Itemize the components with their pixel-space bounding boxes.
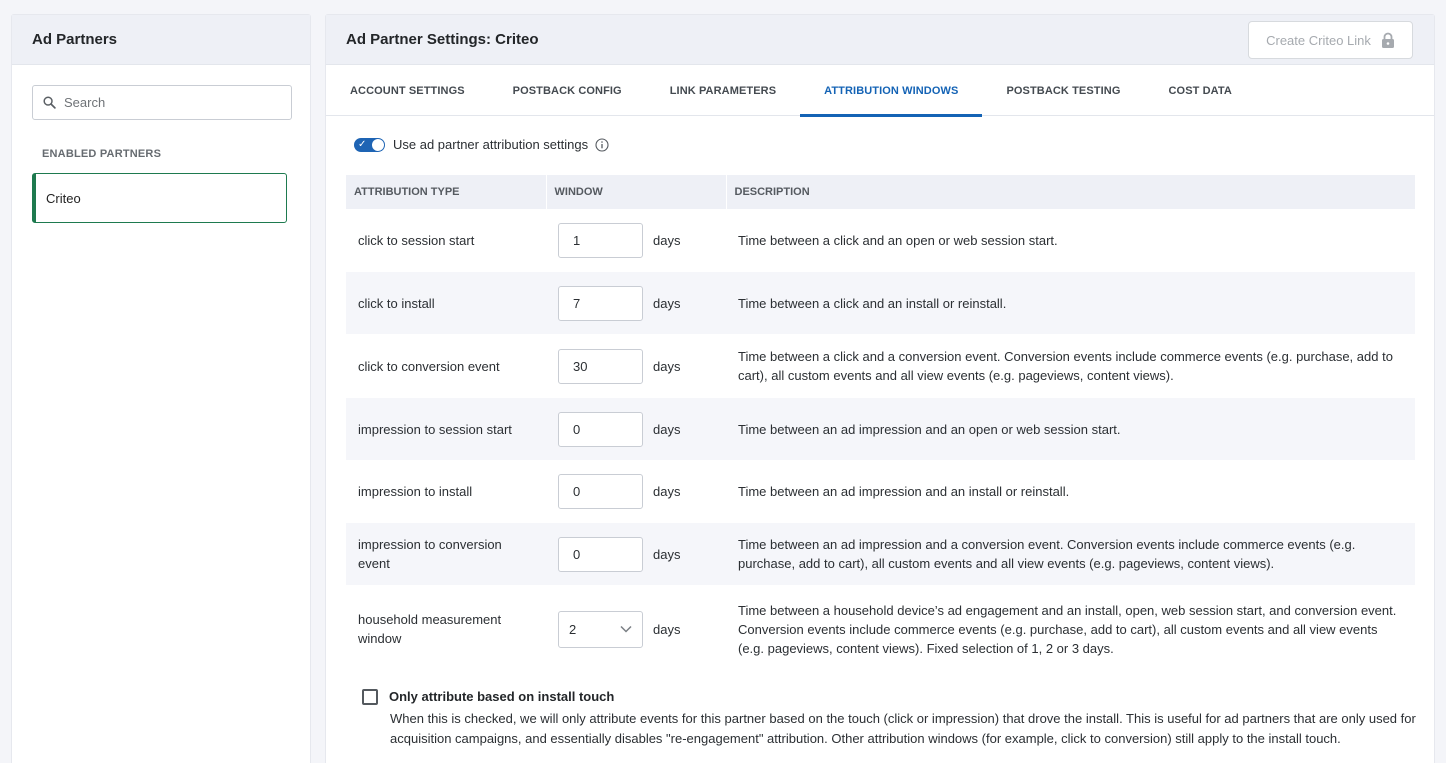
table-row: impression to install days Time between …	[346, 460, 1415, 523]
ad-partners-sidebar: Ad Partners ENABLED PARTNERS Criteo	[11, 14, 311, 763]
attribution-windows-table: ATTRIBUTION TYPE WINDOW DESCRIPTION clic…	[346, 175, 1415, 673]
enabled-partners-label: ENABLED PARTNERS	[42, 148, 162, 160]
description-cell: Time between an ad impression and an ins…	[738, 484, 1070, 499]
window-input[interactable]	[558, 536, 643, 572]
household-window-select[interactable]: 2	[558, 610, 643, 648]
attribution-type-cell: click to conversion event	[358, 358, 500, 374]
attribution-type-cell: impression to session start	[346, 398, 546, 460]
table-row: impression to conversion event days Time…	[346, 523, 1415, 585]
window-input[interactable]	[558, 411, 643, 447]
settings-tabs: ACCOUNT SETTINGS POSTBACK CONFIG LINK PA…	[326, 65, 1434, 117]
panel-header: Ad Partner Settings: Criteo Create Crite…	[326, 15, 1434, 65]
description-cell: Time between an ad impression and a conv…	[726, 523, 1415, 585]
toggle-knob	[372, 138, 384, 151]
table-row: household measurement window 2 days Time…	[346, 585, 1415, 673]
table-row: click to install days Time between a cli…	[346, 272, 1415, 334]
info-icon[interactable]	[595, 137, 609, 152]
header-description: DESCRIPTION	[726, 175, 1415, 209]
description-cell: Time between a click and an open or web …	[738, 233, 1058, 248]
partner-settings-toggle-row: ✓ Use ad partner attribution settings	[354, 137, 609, 152]
sidebar-title: Ad Partners	[12, 15, 310, 65]
days-unit: days	[653, 546, 681, 562]
window-input[interactable]	[558, 223, 643, 258]
window-input[interactable]	[558, 285, 643, 321]
use-partner-settings-toggle[interactable]: ✓	[354, 137, 385, 152]
description-cell: Time between a click and a conversion ev…	[738, 349, 1393, 383]
tab-attribution-windows[interactable]: ATTRIBUTION WINDOWS	[800, 65, 983, 117]
description-cell: Time between an ad impression and an ope…	[726, 398, 1415, 460]
days-unit: days	[653, 484, 681, 499]
install-touch-checkbox[interactable]	[362, 689, 378, 705]
tab-postback-config[interactable]: POSTBACK CONFIG	[489, 65, 646, 116]
header-window: WINDOW	[546, 175, 727, 209]
install-touch-description: When this is checked, we will only attri…	[390, 711, 1416, 746]
days-unit: days	[653, 421, 681, 437]
tab-link-parameters[interactable]: LINK PARAMETERS	[646, 65, 800, 116]
window-input[interactable]	[558, 348, 643, 384]
description-cell: Time between a household device’s ad eng…	[738, 602, 1397, 656]
window-input[interactable]	[558, 474, 643, 509]
tab-cost-data[interactable]: COST DATA	[1145, 65, 1256, 116]
header-attribution-type: ATTRIBUTION TYPE	[346, 175, 547, 209]
chevron-down-icon	[620, 625, 632, 633]
days-unit: days	[653, 233, 681, 248]
create-link-button[interactable]: Create Criteo Link	[1248, 21, 1413, 59]
sidebar-item-criteo[interactable]: Criteo	[32, 173, 287, 223]
search-field[interactable]	[32, 85, 292, 120]
attribution-type-cell: click to install	[346, 272, 546, 334]
description-cell: Time between a click and an install or r…	[726, 272, 1415, 334]
page-title: Ad Partner Settings: Criteo	[346, 31, 539, 48]
create-link-label: Create Criteo Link	[1266, 32, 1371, 48]
tab-account-settings[interactable]: ACCOUNT SETTINGS	[326, 65, 489, 116]
attribution-type-cell: household measurement window	[358, 612, 502, 646]
table-row: impression to session start days Time be…	[346, 398, 1415, 460]
days-unit: days	[653, 295, 681, 311]
check-icon: ✓	[358, 138, 367, 150]
lock-icon	[1381, 32, 1394, 48]
search-input[interactable]	[64, 95, 284, 110]
table-row: click to session start days Time between…	[346, 209, 1415, 272]
days-unit: days	[653, 621, 681, 637]
attribution-type-cell: click to session start	[358, 233, 475, 248]
attribution-type-cell: impression to conversion event	[346, 523, 546, 585]
toggle-label: Use ad partner attribution settings	[393, 137, 589, 152]
select-value: 2	[569, 621, 577, 637]
days-unit: days	[653, 358, 681, 374]
table-row: click to conversion event days Time betw…	[346, 334, 1415, 398]
tab-postback-testing[interactable]: POSTBACK TESTING	[982, 65, 1144, 116]
partner-settings-panel: Ad Partner Settings: Criteo Create Crite…	[325, 14, 1435, 763]
attribution-type-cell: impression to install	[358, 484, 473, 499]
install-touch-label: Only attribute based on install touch	[389, 689, 615, 704]
search-icon	[43, 96, 56, 109]
